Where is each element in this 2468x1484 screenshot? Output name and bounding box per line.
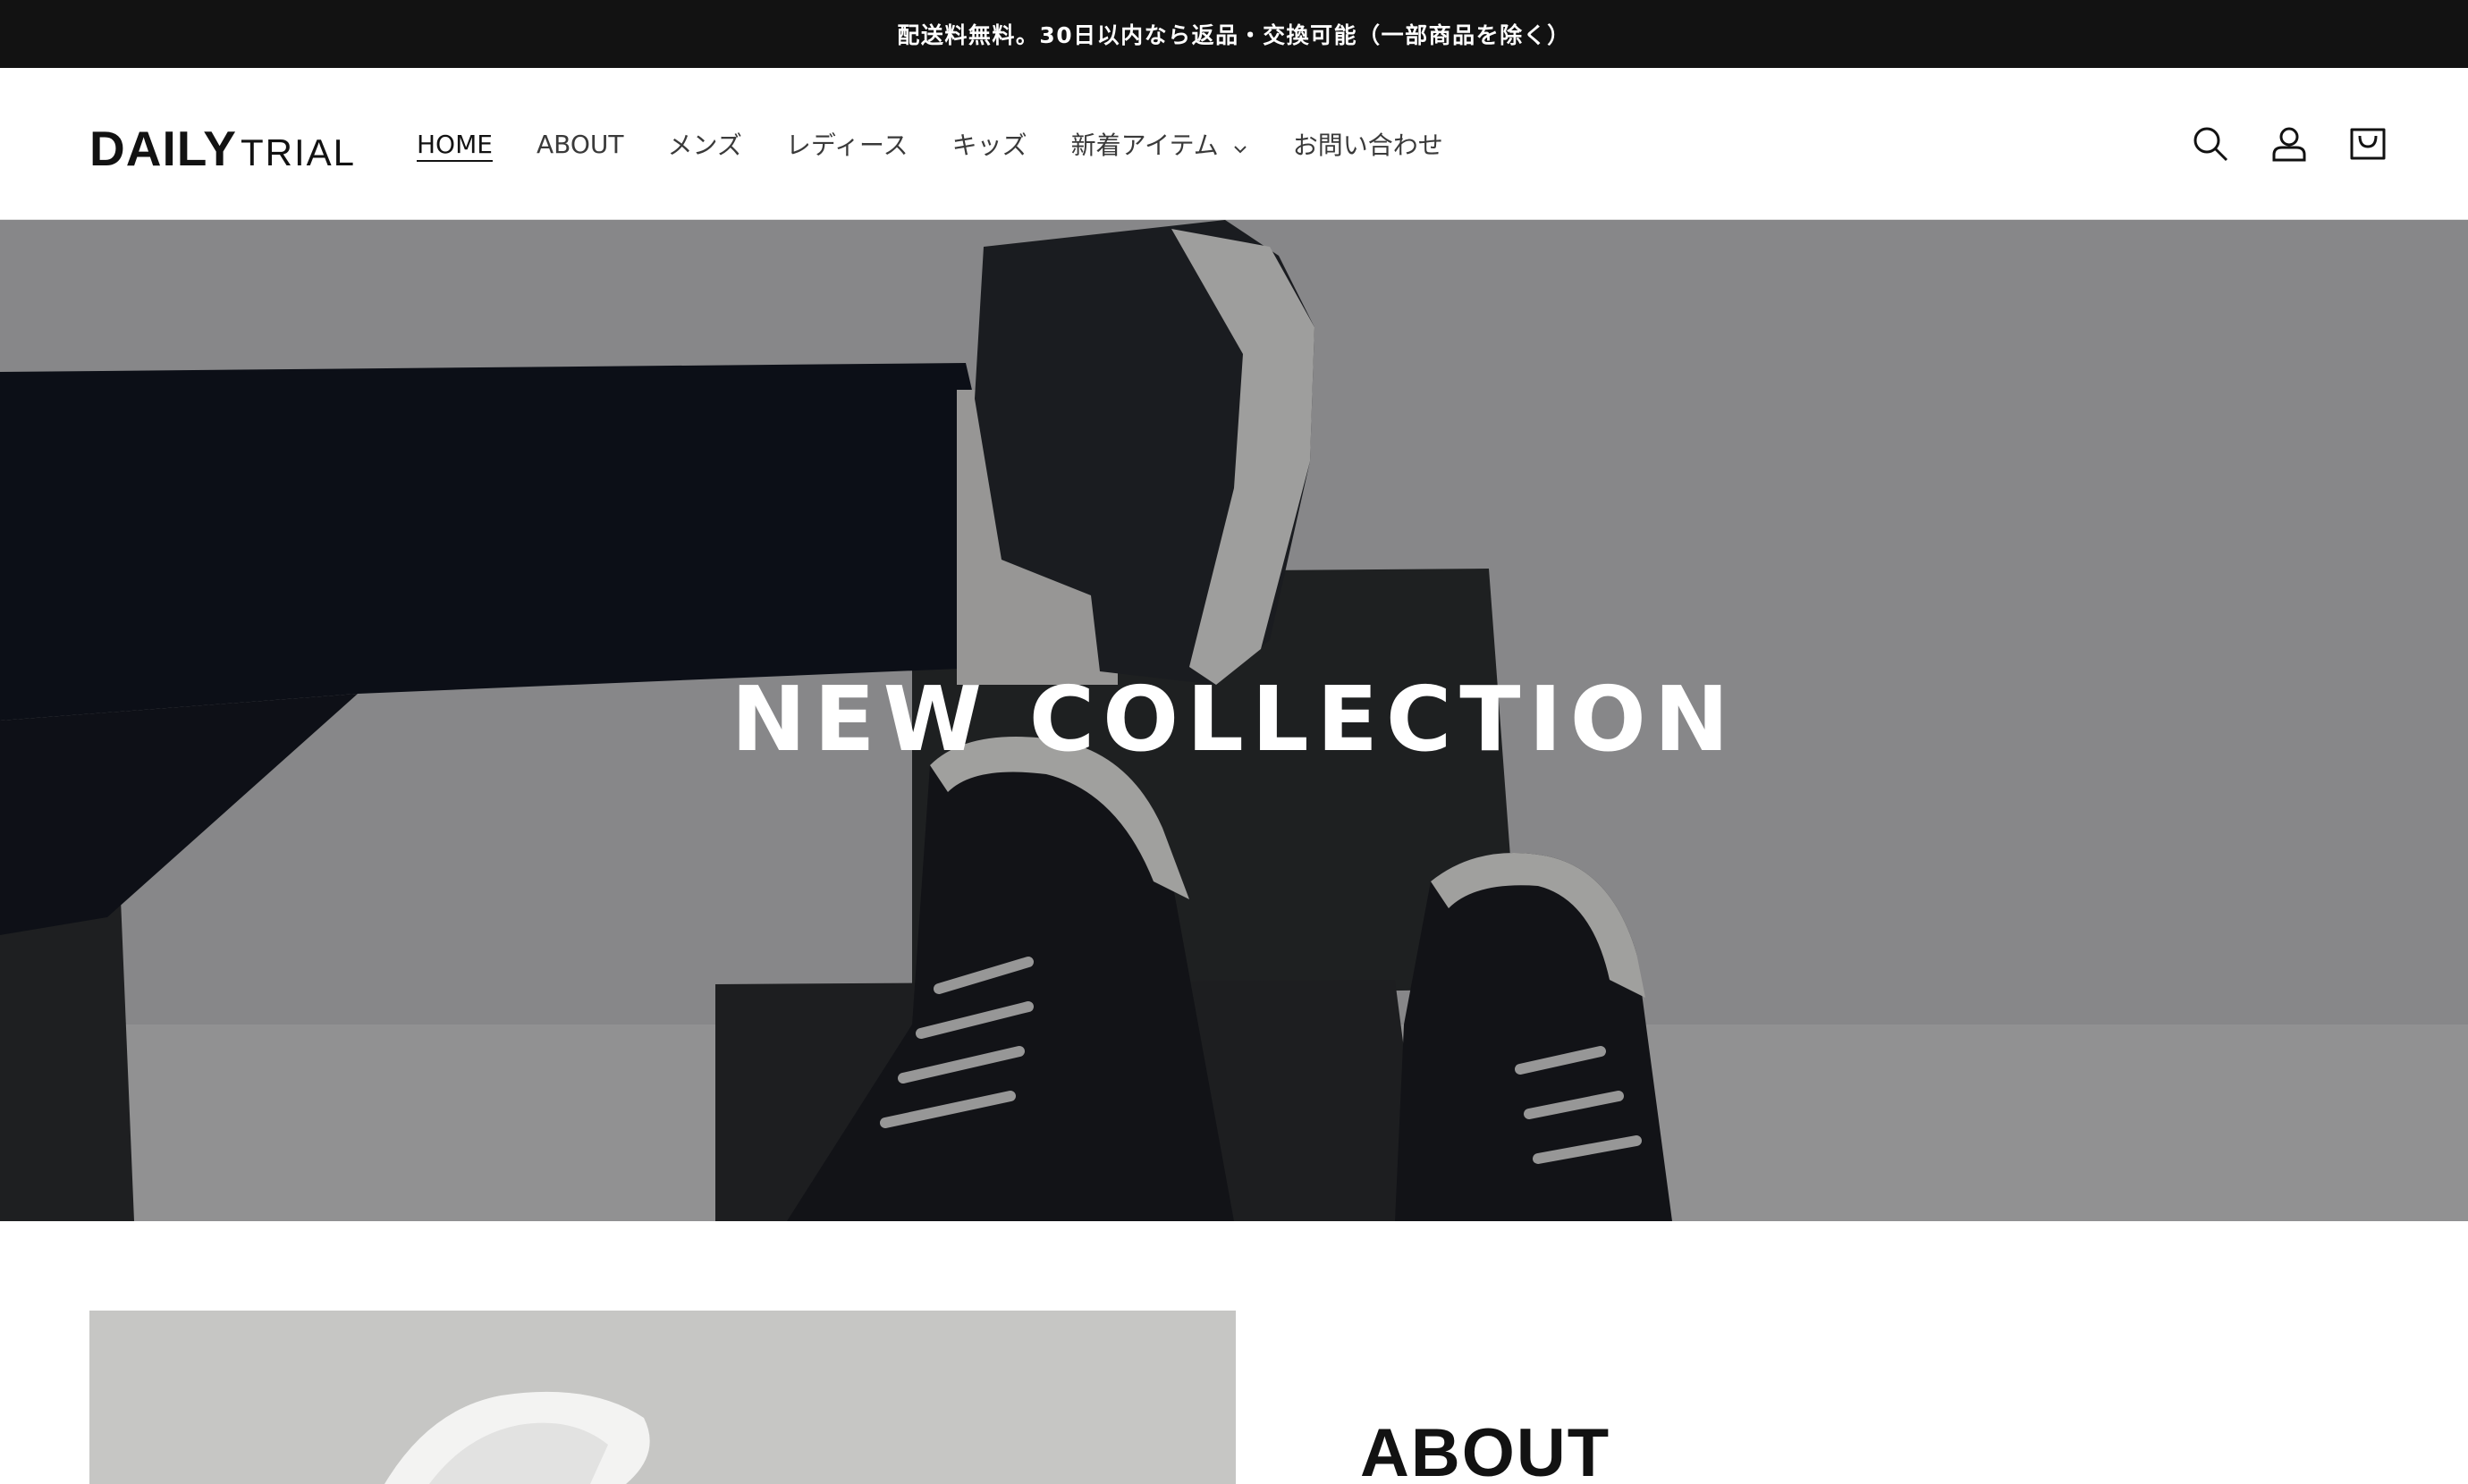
header-icons bbox=[2153, 68, 2389, 220]
site-logo[interactable]: DAILY TRIAL bbox=[89, 120, 356, 176]
account-icon[interactable] bbox=[2268, 122, 2311, 165]
site-header: DAILY TRIAL HOME ABOUT メンズ レディース キッズ 新着ア… bbox=[0, 68, 2468, 220]
hero-title: NEW COLLECTION bbox=[731, 666, 1737, 772]
search-icon[interactable] bbox=[2189, 122, 2232, 165]
nav-home[interactable]: HOME bbox=[417, 130, 493, 159]
about-image bbox=[89, 1311, 1236, 1484]
nav-contact[interactable]: お問い合わせ bbox=[1293, 126, 1443, 162]
nav-kids[interactable]: キッズ bbox=[952, 126, 1027, 162]
hero-banner[interactable]: NEW COLLECTION bbox=[0, 220, 2468, 1221]
chevron-down-icon bbox=[1231, 135, 1249, 154]
about-section: ABOUT bbox=[0, 1221, 2468, 1484]
logo-trial: TRIAL bbox=[240, 131, 356, 173]
nav-mens[interactable]: メンズ bbox=[667, 126, 741, 162]
announcement-text: 配送料無料。30日以内なら返品・交換可能（一部商品を除く） bbox=[897, 22, 1571, 48]
cart-icon[interactable] bbox=[2346, 122, 2389, 165]
logo-daily: DAILY bbox=[89, 121, 237, 176]
nav-about[interactable]: ABOUT bbox=[537, 130, 624, 159]
nav-new-items-label: 新着アイテム bbox=[1070, 131, 1219, 160]
announcement-bar: 配送料無料。30日以内なら返品・交換可能（一部商品を除く） bbox=[0, 0, 2468, 68]
about-heading: ABOUT bbox=[1360, 1415, 1611, 1484]
main-nav: HOME ABOUT メンズ レディース キッズ 新着アイテム お問い合わせ bbox=[417, 68, 1487, 220]
nav-ladies[interactable]: レディース bbox=[786, 126, 909, 162]
nav-new-items[interactable]: 新着アイテム bbox=[1071, 126, 1249, 162]
